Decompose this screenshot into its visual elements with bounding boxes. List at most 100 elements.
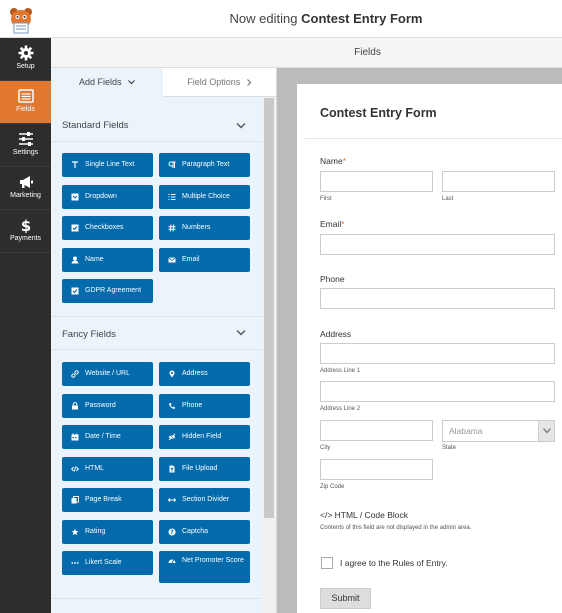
sidebar-item-settings[interactable]: Settings [0, 124, 51, 167]
field-button-label: Single Line Text [85, 161, 135, 168]
sidebar-item-label: Settings [12, 149, 39, 156]
scrollbar-thumb[interactable] [264, 98, 274, 518]
add-numbers-button[interactable]: Numbers [159, 216, 250, 240]
address-line1-sublabel: Address Line 1 [320, 368, 361, 374]
divider [51, 316, 262, 317]
zip-sublabel: Zip Code [320, 484, 345, 490]
field-button-label: Email [182, 255, 200, 263]
add-net-promoter-score-button[interactable]: Net Promoter Score [159, 551, 250, 583]
sidebar-item-label: Marketing [10, 192, 41, 199]
state-sublabel: State [442, 445, 457, 451]
add-html-button[interactable]: HTML [62, 456, 153, 481]
code-icon [71, 465, 79, 472]
sidebar-item-payments[interactable]: $ Payments [0, 210, 51, 253]
email-input[interactable] [320, 234, 555, 255]
first-name-input[interactable] [320, 171, 433, 192]
field-button-label: Dropdown [85, 192, 117, 200]
dollar-icon: $ [20, 217, 30, 233]
email-label: Email* [320, 219, 345, 229]
zip-input[interactable] [320, 459, 433, 480]
add-date-time-button[interactable]: Date / Time [62, 425, 153, 449]
tab-field-options[interactable]: Field Options [163, 68, 276, 97]
question-icon: ? [168, 528, 176, 536]
add-paragraph-text-button[interactable]: Paragraph Text [159, 153, 250, 177]
link-icon [71, 370, 79, 378]
field-button-label: Date / Time [85, 433, 121, 440]
sidebar-item-fields[interactable]: Fields [0, 81, 51, 124]
city-sublabel: City [320, 445, 331, 451]
agree-checkbox[interactable] [321, 557, 333, 569]
last-name-sublabel: Last [442, 196, 454, 202]
add-password-button[interactable]: Password [62, 393, 153, 418]
add-dropdown-button[interactable]: Dropdown [62, 184, 153, 209]
add-file-upload-button[interactable]: File Upload [159, 456, 250, 481]
tab-add-fields[interactable]: Add Fields [51, 68, 163, 97]
submit-button[interactable]: Submit [320, 588, 371, 609]
ellipsis-icon [71, 562, 79, 564]
editing-prefix: Now editing [229, 11, 298, 26]
add-gdpr-agreement-button[interactable]: GDPR Agreement [62, 279, 153, 303]
copy-icon [71, 496, 79, 504]
add-likert-scale-button[interactable]: Likert Scale [62, 551, 153, 575]
gear-icon [18, 45, 33, 61]
chevron-right-icon [246, 79, 252, 87]
add-multiple-choice-button[interactable]: Multiple Choice [159, 184, 250, 209]
add-captcha-button[interactable]: ? Captcha [159, 519, 250, 544]
add-single-line-text-button[interactable]: Single Line Text [62, 153, 153, 177]
state-select-arrow[interactable] [538, 421, 554, 441]
sidebar-item-marketing[interactable]: Marketing [0, 167, 51, 210]
eye-slash-icon [168, 433, 176, 441]
add-rating-button[interactable]: Rating [62, 519, 153, 544]
add-website-url-button[interactable]: Website / URL [62, 362, 153, 386]
panel-tabs: Add Fields Field Options [51, 68, 276, 97]
map-marker-icon [169, 370, 175, 378]
state-select[interactable]: Alabama [442, 420, 555, 442]
field-button-label: Net Promoter Score [182, 557, 244, 564]
sliders-icon [18, 132, 33, 146]
field-button-label: HTML [85, 464, 105, 472]
top-bar: Now editing Contest Entry Form [0, 0, 562, 38]
divider [51, 349, 262, 350]
address-label: Address [320, 329, 352, 339]
sidebar-item-label: Fields [16, 106, 35, 113]
panel-scrollbar[interactable] [262, 98, 276, 613]
field-button-label: Website / URL [85, 370, 130, 377]
phone-input[interactable] [320, 288, 555, 309]
add-email-button[interactable]: Email [159, 247, 250, 272]
divider [51, 141, 262, 142]
address-line2-input[interactable] [320, 381, 555, 402]
city-input[interactable] [320, 420, 433, 441]
add-hidden-field-button[interactable]: Hidden Field [159, 425, 250, 449]
star-icon [71, 528, 79, 535]
address-line1-input[interactable] [320, 343, 555, 364]
sidebar: Setup Fields Settings Marketing $ Paymen… [0, 38, 51, 613]
lock-icon [72, 401, 78, 409]
last-name-input[interactable] [442, 171, 555, 192]
paragraph-icon [168, 161, 176, 168]
chevron-down-icon[interactable] [236, 329, 246, 337]
upload-icon [169, 465, 175, 472]
svg-text:?: ? [170, 529, 174, 536]
field-button-label: Name [85, 255, 104, 263]
hash-icon [168, 224, 176, 232]
required-mark: * [342, 156, 346, 166]
add-checkboxes-button[interactable]: Checkboxes [62, 216, 153, 240]
sidebar-item-setup[interactable]: Setup [0, 38, 51, 81]
fields-header-title: Fields [354, 47, 381, 58]
add-name-button[interactable]: Name [62, 247, 153, 272]
field-button-label: Page Break [85, 496, 122, 503]
add-page-break-button[interactable]: Page Break [62, 488, 153, 512]
add-section-divider-button[interactable]: Section Divider [159, 488, 250, 512]
add-address-button[interactable]: Address [159, 362, 250, 386]
tab-add-fields-label: Add Fields [78, 77, 122, 87]
envelope-icon [168, 256, 176, 262]
chevron-down-icon[interactable] [236, 122, 246, 130]
agree-label: I agree to the Rules of Entry. [340, 558, 448, 568]
field-button-label: GDPR Agreement [85, 287, 142, 294]
dropdown-icon [71, 193, 79, 200]
sidebar-item-label: Setup [16, 63, 35, 70]
field-button-label: Rating [85, 527, 106, 535]
field-button-label: Section Divider [182, 496, 230, 503]
add-phone-button[interactable]: Phone [159, 393, 250, 418]
tachometer-icon [168, 559, 176, 564]
